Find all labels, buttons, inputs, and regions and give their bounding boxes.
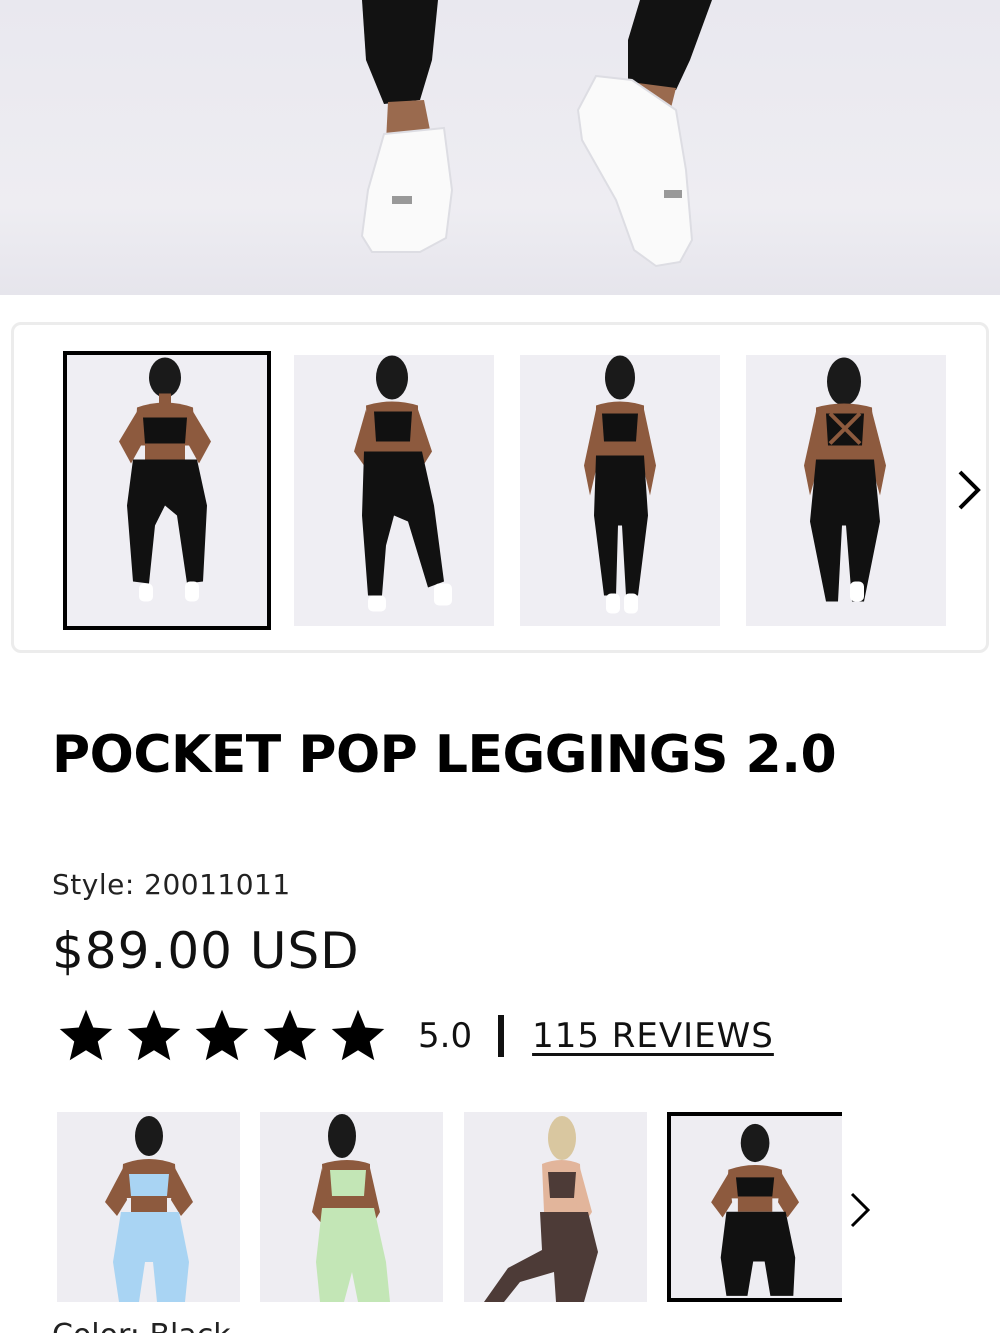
color-swatch-light-blue[interactable] [57, 1112, 240, 1302]
product-title: POCKET POP LEGGINGS 2.0 [52, 725, 837, 785]
chevron-right-icon [958, 470, 981, 510]
model-photo [711, 1123, 800, 1296]
star-icon [195, 1009, 249, 1061]
gallery-thumbnail-back[interactable] [746, 355, 946, 626]
product-style-number: Style: 20011011 [52, 868, 291, 901]
product-hero-image[interactable] [0, 0, 1000, 295]
star-icon [59, 1009, 113, 1061]
gallery-thumbnail-front-relaxed[interactable] [520, 355, 720, 626]
star-icon [127, 1009, 181, 1061]
rating-divider [498, 1015, 505, 1057]
star-icon [331, 1009, 385, 1061]
star-icon [263, 1009, 317, 1061]
selected-color-label: Color: Black [52, 1318, 231, 1333]
color-swatch-black[interactable] [667, 1112, 842, 1302]
swatch-next-button[interactable] [842, 1180, 878, 1240]
color-swatch-mint-green[interactable] [260, 1112, 443, 1302]
model-photo [804, 357, 886, 602]
product-price: $89.00 USD [52, 922, 360, 980]
gallery-thumbnail-front[interactable] [63, 351, 271, 630]
gallery-next-button[interactable] [949, 465, 989, 515]
model-photo [119, 357, 211, 602]
model-photo [354, 355, 452, 612]
rating-stars [56, 1006, 388, 1066]
gallery-thumbnail-back-side[interactable] [294, 355, 494, 626]
model-photo [105, 1116, 193, 1302]
model-photo [312, 1114, 390, 1302]
color-swatch-carousel [0, 1112, 842, 1304]
hero-photo [360, 0, 712, 268]
model-photo [584, 355, 656, 614]
model-photo [484, 1116, 598, 1302]
product-rating: 5.0 115 REVIEWS [56, 1004, 774, 1068]
rating-value: 5.0 [418, 1016, 473, 1056]
reviews-link[interactable]: 115 REVIEWS [532, 1016, 774, 1056]
color-swatch-chocolate[interactable] [464, 1112, 647, 1302]
chevron-right-icon [850, 1192, 871, 1228]
thumbnail-gallery [11, 322, 989, 653]
